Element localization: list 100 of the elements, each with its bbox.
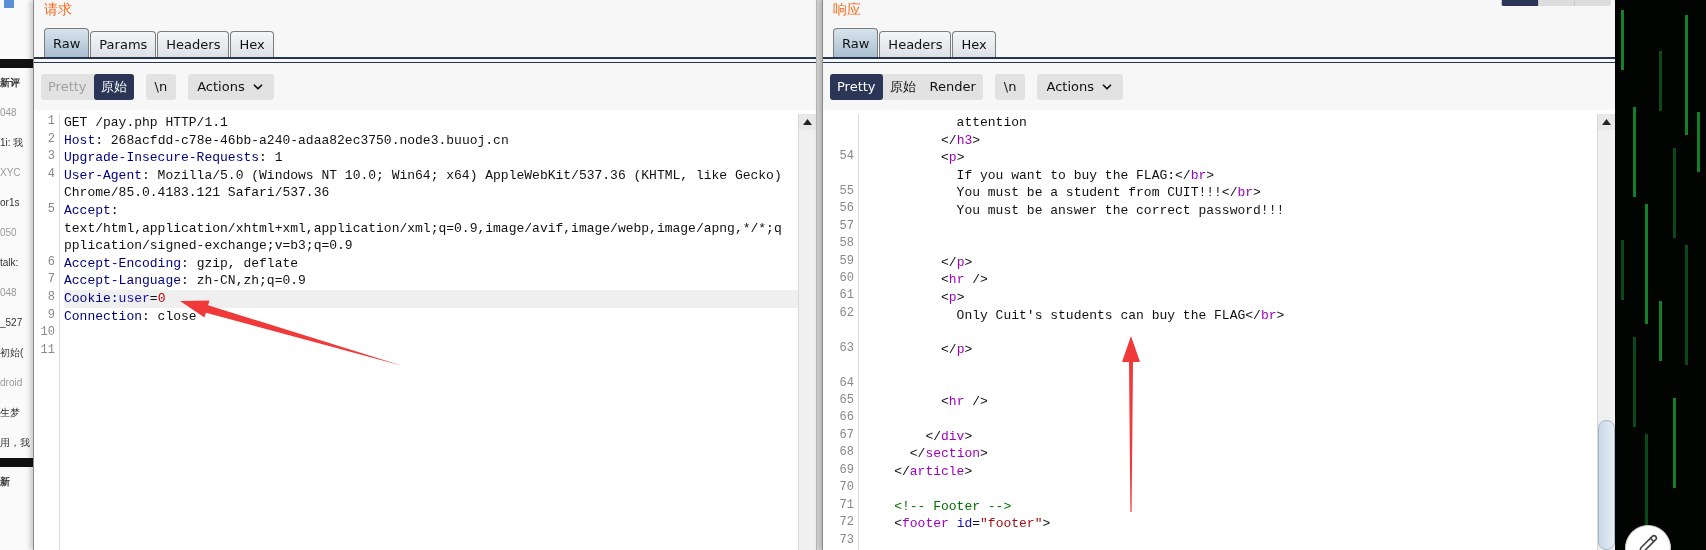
code-line: Chrome/85.0.4183.121 Safari/537.36 <box>64 184 330 202</box>
code-line: </p> <box>940 253 973 272</box>
line-number: 10 <box>39 325 55 342</box>
page-text: 初始( <box>0 346 24 360</box>
code-line: Only Cuit's students can buy the FLAG</br> <box>955 306 1285 325</box>
page-band <box>0 59 33 68</box>
code-line: GET /pay.php HTTP/1.1 <box>64 114 228 132</box>
page-text: XYC <box>0 166 21 180</box>
tab[interactable]: Hex <box>230 31 274 57</box>
layout-toggle[interactable] <box>1501 0 1611 6</box>
code-line: text/html,application/xhtml+xml,application/xml;q=0.9,image/avif,image/webp,image/apng,*/*;q <box>64 219 782 238</box>
scrollbar[interactable] <box>1597 114 1615 550</box>
tab[interactable]: Params <box>90 31 157 57</box>
newline-button[interactable]: \n <box>145 73 177 100</box>
code-line: </section> <box>908 445 988 463</box>
view-mode-option[interactable]: Pretty <box>830 73 883 100</box>
line-number: 62 <box>838 305 854 322</box>
code-line: <hr /> <box>940 271 988 289</box>
line-number: 60 <box>838 270 854 287</box>
panel-title: 请求 <box>44 0 72 18</box>
line-number: 58 <box>838 236 854 253</box>
page-text: 新 <box>0 475 10 489</box>
actions-button[interactable]: Actions <box>188 73 274 100</box>
line-number: 59 <box>838 253 854 270</box>
line-number: 55 <box>838 183 854 200</box>
scrollbar[interactable] <box>798 114 816 550</box>
up-arrow-icon <box>803 119 812 125</box>
page-text: droid <box>0 376 23 390</box>
line-number: 64 <box>838 375 854 392</box>
scroll-thumb[interactable] <box>1598 420 1615 550</box>
code-line: </div> <box>924 427 973 446</box>
line-number: 68 <box>838 445 854 462</box>
page-text: 048 <box>0 286 17 300</box>
line-number: 54 <box>838 148 854 165</box>
page-text: 1i: 我 <box>0 136 24 150</box>
line-number: 6 <box>46 254 55 271</box>
code-line: pplication/signed-exchange;v=b3;q=0.9 <box>64 237 353 255</box>
page-text: 生梦 <box>0 406 20 420</box>
page-text: 新评 <box>0 76 20 90</box>
pencil-icon <box>1638 534 1658 550</box>
view-mode-option[interactable]: 原始 <box>882 73 923 100</box>
code-line: Upgrade-Insecure-Requests: 1 <box>64 149 283 167</box>
line-number: 5 <box>46 201 55 218</box>
view-mode-option[interactable]: 原始 <box>93 73 134 100</box>
line-number: 61 <box>838 288 854 305</box>
page-text: 用，我 <box>0 436 30 450</box>
page-text: 050 <box>0 226 17 240</box>
code-line: </article> <box>893 462 973 481</box>
code-line: You must be a student from CUIT!!!</br> <box>955 184 1261 202</box>
code-line: attention <box>955 114 1027 132</box>
line-number: 65 <box>838 393 854 409</box>
page-text: or1s <box>0 196 20 210</box>
line-number: 4 <box>46 166 55 183</box>
code-line: <p> <box>940 288 965 307</box>
tab[interactable]: Hex <box>952 31 996 57</box>
tab[interactable]: Raw <box>44 28 90 57</box>
scroll-up-button[interactable] <box>1598 114 1615 130</box>
code-line: Connection: close <box>64 307 197 326</box>
tab[interactable]: Headers <box>157 31 230 57</box>
page-text: talk: <box>0 256 19 270</box>
page-text: 048 <box>0 106 17 120</box>
code-line: <p> <box>940 149 965 167</box>
line-number: 71 <box>838 497 854 514</box>
line-number: 3 <box>46 149 55 166</box>
line-number: 63 <box>838 340 854 357</box>
code-line: Cookie:user=0 <box>64 289 166 308</box>
line-number: 8 <box>46 289 55 306</box>
line-number: 69 <box>838 462 854 479</box>
newline-button[interactable]: \n <box>994 73 1026 100</box>
page-text: _527 <box>0 316 23 330</box>
line-number: 73 <box>838 532 854 549</box>
line-number: 72 <box>838 515 854 532</box>
line-number: 56 <box>838 201 854 218</box>
line-number: 70 <box>838 480 854 497</box>
line-number: 1 <box>46 114 55 130</box>
code-line: </p> <box>940 341 973 359</box>
up-arrow-icon <box>1602 119 1611 125</box>
code-line: Accept-Encoding: gzip, deflate <box>64 254 299 273</box>
line-number: 7 <box>46 272 55 289</box>
code-line: <footer id="footer"> <box>893 515 1051 533</box>
code-line: You must be answer the correct password!!! <box>955 201 1285 220</box>
line-number: 67 <box>838 427 854 444</box>
line-number: 66 <box>838 410 854 427</box>
code-line: </h3> <box>940 131 981 150</box>
code-line: <hr /> <box>940 393 988 411</box>
code-line: <!-- Footer --> <box>893 497 1012 516</box>
tab[interactable]: Headers <box>879 31 952 57</box>
page-icon <box>4 0 14 8</box>
line-number: 2 <box>46 131 55 148</box>
actions-button[interactable]: Actions <box>1037 73 1123 100</box>
tab[interactable]: Raw <box>833 28 879 57</box>
code-line: Accept: <box>64 201 119 220</box>
panel-title: 响应 <box>833 0 861 18</box>
code-line: Accept-Language: zh-CN,zh;q=0.9 <box>64 272 306 290</box>
line-number: 11 <box>39 342 55 359</box>
line-number: 9 <box>46 307 55 324</box>
page-band <box>0 458 33 467</box>
scroll-up-button[interactable] <box>799 114 816 130</box>
code-line: If you want to buy the FLAG:</br> <box>955 166 1215 185</box>
view-mode-option[interactable]: Render <box>922 73 983 100</box>
